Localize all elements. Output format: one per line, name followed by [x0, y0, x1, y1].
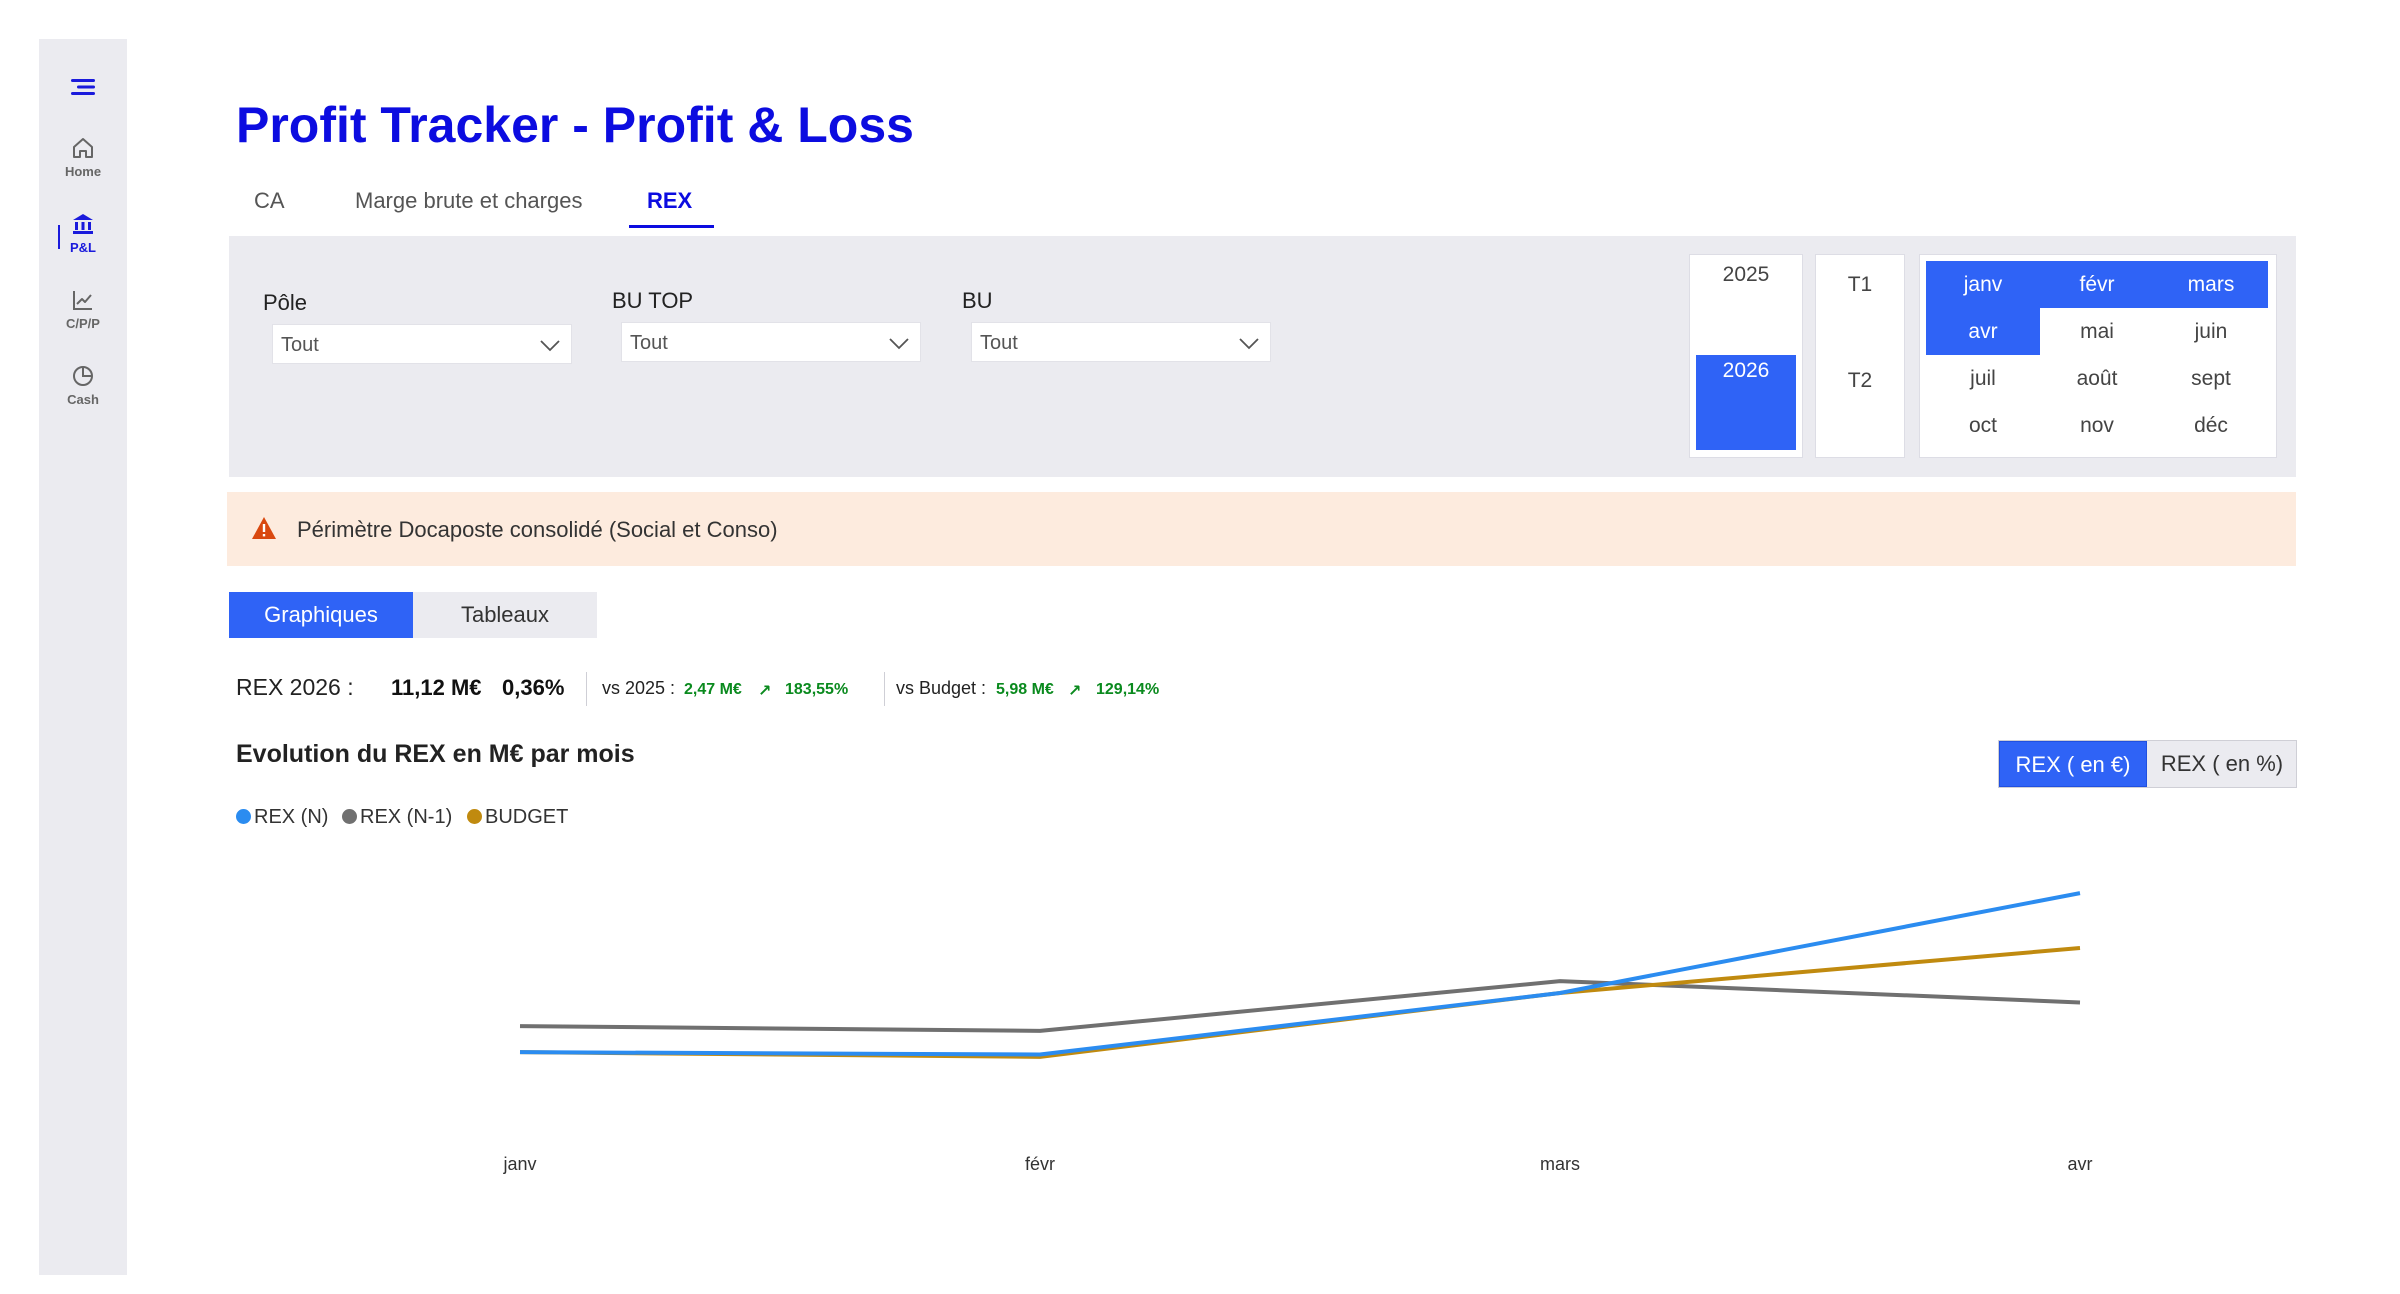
month-oct[interactable]: oct [1926, 402, 2040, 449]
kpi-row: REX 2026 : 11,12 M€ 0,36% vs 2025 : 2,47… [236, 672, 1236, 712]
rex-pct-button[interactable]: REX ( en %) [2147, 741, 2297, 787]
chevron-down-icon [539, 335, 561, 361]
month-sept[interactable]: sept [2154, 355, 2268, 402]
series-line-rex-n[interactable] [519, 891, 2081, 1057]
menu-icon[interactable] [67, 72, 99, 102]
year-2026[interactable]: 2026 [1696, 355, 1796, 450]
tab-ca[interactable]: CA [254, 188, 285, 214]
pole-select[interactable]: Tout [272, 324, 572, 364]
sidebar-item-home[interactable]: Home [39, 135, 127, 179]
sidebar-item-cpp[interactable]: C/P/P [39, 287, 127, 331]
vs-budget-value: 5,98 M€ [996, 681, 1054, 698]
trend-up-icon: ↗ [1068, 683, 1082, 700]
year-2025[interactable]: 2025 [1696, 259, 1796, 354]
month-fevr[interactable]: févr [2040, 261, 2154, 308]
chevron-down-icon [888, 333, 910, 359]
legend-dot [236, 809, 251, 824]
legend-item-budget[interactable]: BUDGET [467, 806, 568, 829]
quarter-t1[interactable]: T1 [1816, 273, 1904, 297]
legend-label: BUDGET [485, 806, 569, 828]
tab-rex[interactable]: REX [647, 188, 692, 214]
sidebar-item-pl[interactable]: P&L [39, 211, 127, 255]
legend-label: REX (N-1) [360, 806, 453, 828]
vs-prev-label: vs 2025 : [602, 678, 676, 698]
kpi-label: REX 2026 : [236, 674, 354, 700]
bu-label: BU [962, 288, 993, 313]
pole-label: Pôle [263, 290, 308, 315]
kpi-percent: 0,36% [502, 675, 565, 700]
bank-icon [39, 211, 127, 237]
divider [884, 672, 885, 706]
active-tab-underline [629, 225, 714, 228]
quarter-selector: T1 T2 [1815, 254, 1905, 458]
x-tick-label: janv [502, 1154, 536, 1174]
vs-prev-value: 2,47 M€ [684, 681, 742, 698]
vs-budget-label: vs Budget : [896, 678, 987, 698]
x-tick-label: févr [1025, 1154, 1055, 1174]
chart-unit-switch: REX ( en €) REX ( en %) [1998, 740, 2297, 788]
warning-banner: Périmètre Docaposte consolidé (Social et… [227, 492, 2296, 566]
legend-label: REX (N) [254, 806, 329, 828]
trend-up-icon: ↗ [758, 683, 772, 700]
pie-chart-icon [39, 363, 127, 389]
month-nov[interactable]: nov [2040, 402, 2154, 449]
kpi-value: 11,12 M€ [391, 675, 482, 700]
legend-dot [467, 809, 482, 824]
bu-select-value: Tout [980, 332, 1018, 354]
warning-text: Périmètre Docaposte consolidé (Social et… [297, 517, 778, 542]
month-juil[interactable]: juil [1926, 355, 2040, 402]
chevron-down-icon [1238, 333, 1260, 359]
month-mai[interactable]: mai [2040, 308, 2154, 355]
sidebar: Home P&L C/P/P Cash [39, 39, 127, 1275]
bu-top-label: BU TOP [612, 288, 694, 313]
sidebar-item-label: P&L [70, 240, 96, 255]
filter-panel: Pôle Tout BU TOP Tout BU Tout 2025 2026 … [229, 236, 2296, 477]
x-tick-label: avr [2067, 1154, 2092, 1174]
vs-budget-pct: 129,14% [1096, 681, 1160, 698]
month-aout[interactable]: août [2040, 355, 2154, 402]
legend-item-rex-n1[interactable]: REX (N-1) [342, 806, 452, 829]
divider [586, 672, 587, 706]
vs-prev-pct: 183,55% [785, 681, 849, 698]
series-line-budget[interactable] [519, 946, 2081, 1059]
rex-line-chart: janv févr mars avr [502, 891, 2093, 1174]
sidebar-item-cash[interactable]: Cash [39, 363, 127, 407]
x-tick-label: mars [1540, 1154, 1580, 1174]
bu-select[interactable]: Tout [971, 322, 1271, 362]
month-avr[interactable]: avr [1926, 308, 2040, 355]
tables-button[interactable]: Tableaux [413, 592, 597, 638]
home-icon [39, 135, 127, 161]
chart-title: Evolution du REX en M€ par mois [236, 740, 635, 768]
year-selector: 2025 2026 [1689, 254, 1803, 458]
bu-top-select[interactable]: Tout [621, 322, 921, 362]
sidebar-item-label: Home [64, 164, 102, 179]
month-janv[interactable]: janv [1926, 261, 2040, 308]
month-juin[interactable]: juin [2154, 308, 2268, 355]
tab-marge-brute[interactable]: Marge brute et charges [355, 188, 582, 214]
line-chart-icon [39, 287, 127, 313]
sidebar-item-label: C/P/P [66, 316, 100, 331]
month-mars[interactable]: mars [2154, 261, 2268, 308]
legend-dot [342, 809, 357, 824]
month-dec[interactable]: déc [2154, 402, 2268, 449]
quarter-t2[interactable]: T2 [1816, 369, 1904, 393]
sidebar-item-label: Cash [67, 392, 99, 407]
month-selector: janv févr mars avr mai juin juil août se… [1919, 254, 2277, 458]
page-title: Profit Tracker - Profit & Loss [236, 97, 914, 153]
active-indicator [58, 225, 60, 249]
pole-select-value: Tout [281, 334, 319, 356]
legend-item-rex-n[interactable]: REX (N) [236, 806, 328, 829]
graphs-button[interactable]: Graphiques [229, 592, 413, 638]
rex-eur-button[interactable]: REX ( en €) [1999, 741, 2147, 787]
bu-top-select-value: Tout [630, 332, 668, 354]
